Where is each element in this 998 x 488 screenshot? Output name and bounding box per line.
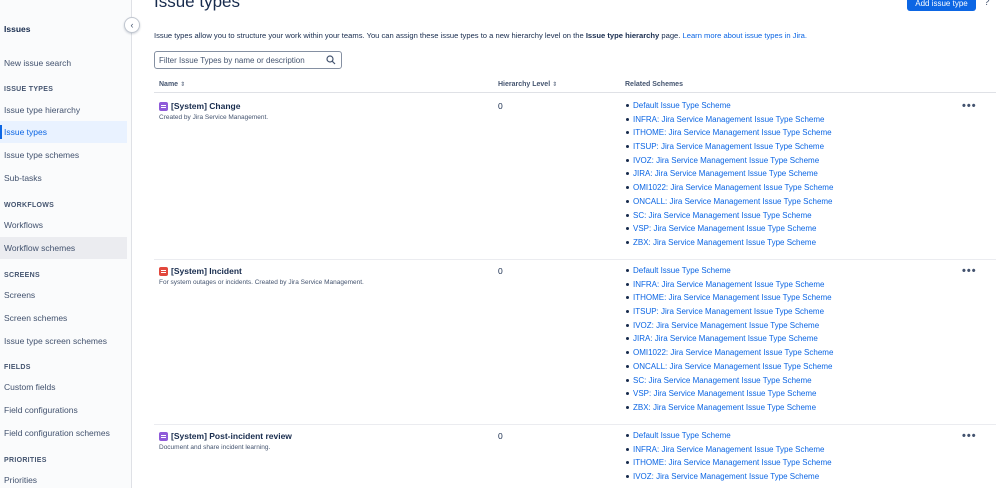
scheme-link[interactable]: JIRA: Jira Service Management Issue Type…	[625, 333, 833, 347]
issue-type-name: [System] Change	[171, 101, 241, 111]
hierarchy-level: 0	[498, 101, 503, 111]
issue-type-description: Document and share incident learning.	[159, 444, 271, 451]
column-header-hierarchy-label: Hierarchy Level	[498, 81, 551, 88]
more-actions-button[interactable]: •••	[962, 101, 977, 112]
issue-type-name: [System] Incident	[171, 266, 242, 276]
sidebar-item-screen-schemes[interactable]: Screen schemes	[0, 307, 127, 329]
column-header-hierarchy-level[interactable]: Hierarchy Level ⇕	[498, 81, 557, 88]
row-divider	[154, 424, 996, 425]
related-schemes-list: Default Issue Type Scheme INFRA: Jira Se…	[625, 430, 832, 485]
post-incident-review-icon	[159, 432, 168, 441]
page-title: Issue types	[154, 0, 240, 11]
sidebar-item-priorities[interactable]: Priorities	[0, 469, 127, 488]
filter-search-box	[154, 51, 342, 69]
incident-issue-icon	[159, 267, 168, 276]
scheme-link[interactable]: Default Issue Type Scheme	[625, 430, 832, 444]
sidebar-title: Issues	[4, 24, 31, 34]
column-header-name-label: Name	[159, 81, 179, 88]
related-schemes-list: Default Issue Type Scheme INFRA: Jira Se…	[625, 265, 833, 416]
sidebar-item-new-issue-search[interactable]: New issue search	[0, 52, 127, 74]
scheme-link[interactable]: VSP: Jira Service Management Issue Type …	[625, 223, 833, 237]
learn-more-link[interactable]: Learn more about issue types in Jira.	[683, 31, 808, 40]
scheme-link[interactable]: IVOZ: Jira Service Management Issue Type…	[625, 320, 833, 334]
sidebar-item-issue-type-screen-schemes[interactable]: Issue type screen schemes	[0, 330, 127, 352]
sidebar-item-issue-type-hierarchy[interactable]: Issue type hierarchy	[0, 99, 127, 121]
sidebar-item-field-configuration-schemes[interactable]: Field configuration schemes	[0, 422, 127, 444]
scheme-link[interactable]: INFRA: Jira Service Management Issue Typ…	[625, 444, 832, 458]
table-header-divider	[154, 92, 996, 93]
sidebar-item-issue-type-schemes[interactable]: Issue type schemes	[0, 144, 127, 166]
help-icon[interactable]: ?	[984, 0, 990, 8]
table-row: [System] Incident For system outages or …	[154, 265, 996, 425]
intro-text-start: Issue types allow you to structure your …	[154, 31, 586, 40]
scheme-link[interactable]: JIRA: Jira Service Management Issue Type…	[625, 168, 833, 182]
chevron-left-icon: ‹	[130, 20, 134, 30]
filter-issue-types-input[interactable]	[159, 55, 324, 66]
scheme-link[interactable]: ZBX: Jira Service Management Issue Type …	[625, 402, 833, 416]
sidebar-item-screens[interactable]: Screens	[0, 284, 127, 306]
collapse-sidebar-button[interactable]: ‹	[124, 17, 140, 33]
scheme-link[interactable]: INFRA: Jira Service Management Issue Typ…	[625, 279, 833, 293]
issue-type-description: For system outages or incidents. Created…	[159, 279, 364, 286]
intro-text-end: page.	[659, 31, 683, 40]
scheme-link[interactable]: ONCALL: Jira Service Management Issue Ty…	[625, 196, 833, 210]
scheme-link[interactable]: Default Issue Type Scheme	[625, 100, 833, 114]
scheme-link[interactable]: SC: Jira Service Management Issue Type S…	[625, 375, 833, 389]
more-actions-button[interactable]: •••	[962, 431, 977, 442]
issue-type-description: Created by Jira Service Management.	[159, 114, 269, 121]
sidebar-section-workflows: WORKFLOWS	[4, 202, 55, 209]
sidebar-item-custom-fields[interactable]: Custom fields	[0, 376, 127, 398]
scheme-link[interactable]: ITHOME: Jira Service Management Issue Ty…	[625, 127, 833, 141]
sidebar: Issues New issue search ISSUE TYPES Issu…	[0, 0, 132, 488]
intro-text: Issue types allow you to structure your …	[154, 31, 807, 40]
scheme-link[interactable]: IVOZ: Jira Service Management Issue Type…	[625, 471, 832, 485]
add-issue-type-button[interactable]: Add issue type	[907, 0, 976, 11]
scheme-link[interactable]: OMI1022: Jira Service Management Issue T…	[625, 182, 833, 196]
issue-type-name: [System] Post-incident review	[171, 431, 292, 441]
more-actions-button[interactable]: •••	[962, 266, 977, 277]
hierarchy-level: 0	[498, 431, 503, 441]
row-divider	[154, 259, 996, 260]
table-row: [System] Post-incident review Document a…	[154, 430, 996, 488]
sidebar-item-issue-types[interactable]: Issue types	[0, 121, 127, 143]
change-issue-icon	[159, 102, 168, 111]
search-icon	[326, 55, 336, 65]
related-schemes-list: Default Issue Type Scheme INFRA: Jira Se…	[625, 100, 833, 251]
column-header-name[interactable]: Name ⇕	[159, 81, 185, 88]
sidebar-item-field-configurations[interactable]: Field configurations	[0, 399, 127, 421]
scheme-link[interactable]: ZBX: Jira Service Management Issue Type …	[625, 237, 833, 251]
scheme-link[interactable]: ITSUP: Jira Service Management Issue Typ…	[625, 306, 833, 320]
scheme-link[interactable]: OMI1022: Jira Service Management Issue T…	[625, 347, 833, 361]
scheme-link[interactable]: SC: Jira Service Management Issue Type S…	[625, 210, 833, 224]
scheme-link[interactable]: VSP: Jira Service Management Issue Type …	[625, 388, 833, 402]
sidebar-item-workflows[interactable]: Workflows	[0, 214, 127, 236]
hierarchy-level: 0	[498, 266, 503, 276]
table-row: [System] Change Created by Jira Service …	[154, 100, 996, 260]
sidebar-item-sub-tasks[interactable]: Sub-tasks	[0, 167, 127, 189]
scheme-link[interactable]: ONCALL: Jira Service Management Issue Ty…	[625, 361, 833, 375]
scheme-link[interactable]: ITHOME: Jira Service Management Issue Ty…	[625, 457, 832, 471]
scheme-link[interactable]: ITSUP: Jira Service Management Issue Typ…	[625, 141, 833, 155]
scheme-link[interactable]: ITHOME: Jira Service Management Issue Ty…	[625, 292, 833, 306]
scheme-link[interactable]: IVOZ: Jira Service Management Issue Type…	[625, 155, 833, 169]
sort-icon: ⇕	[552, 82, 558, 88]
column-header-related-schemes: Related Schemes	[625, 81, 683, 88]
sidebar-section-priorities: PRIORITIES	[4, 457, 47, 464]
sidebar-section-issue-types: ISSUE TYPES	[4, 86, 54, 93]
scheme-link[interactable]: Default Issue Type Scheme	[625, 265, 833, 279]
sidebar-item-workflow-schemes[interactable]: Workflow schemes	[0, 237, 127, 259]
sort-icon: ⇕	[180, 82, 186, 88]
scheme-link[interactable]: INFRA: Jira Service Management Issue Typ…	[625, 114, 833, 128]
sidebar-section-screens: SCREENS	[4, 272, 40, 279]
intro-hierarchy-bold: Issue type hierarchy	[585, 31, 660, 40]
sidebar-section-fields: FIELDS	[4, 364, 31, 371]
